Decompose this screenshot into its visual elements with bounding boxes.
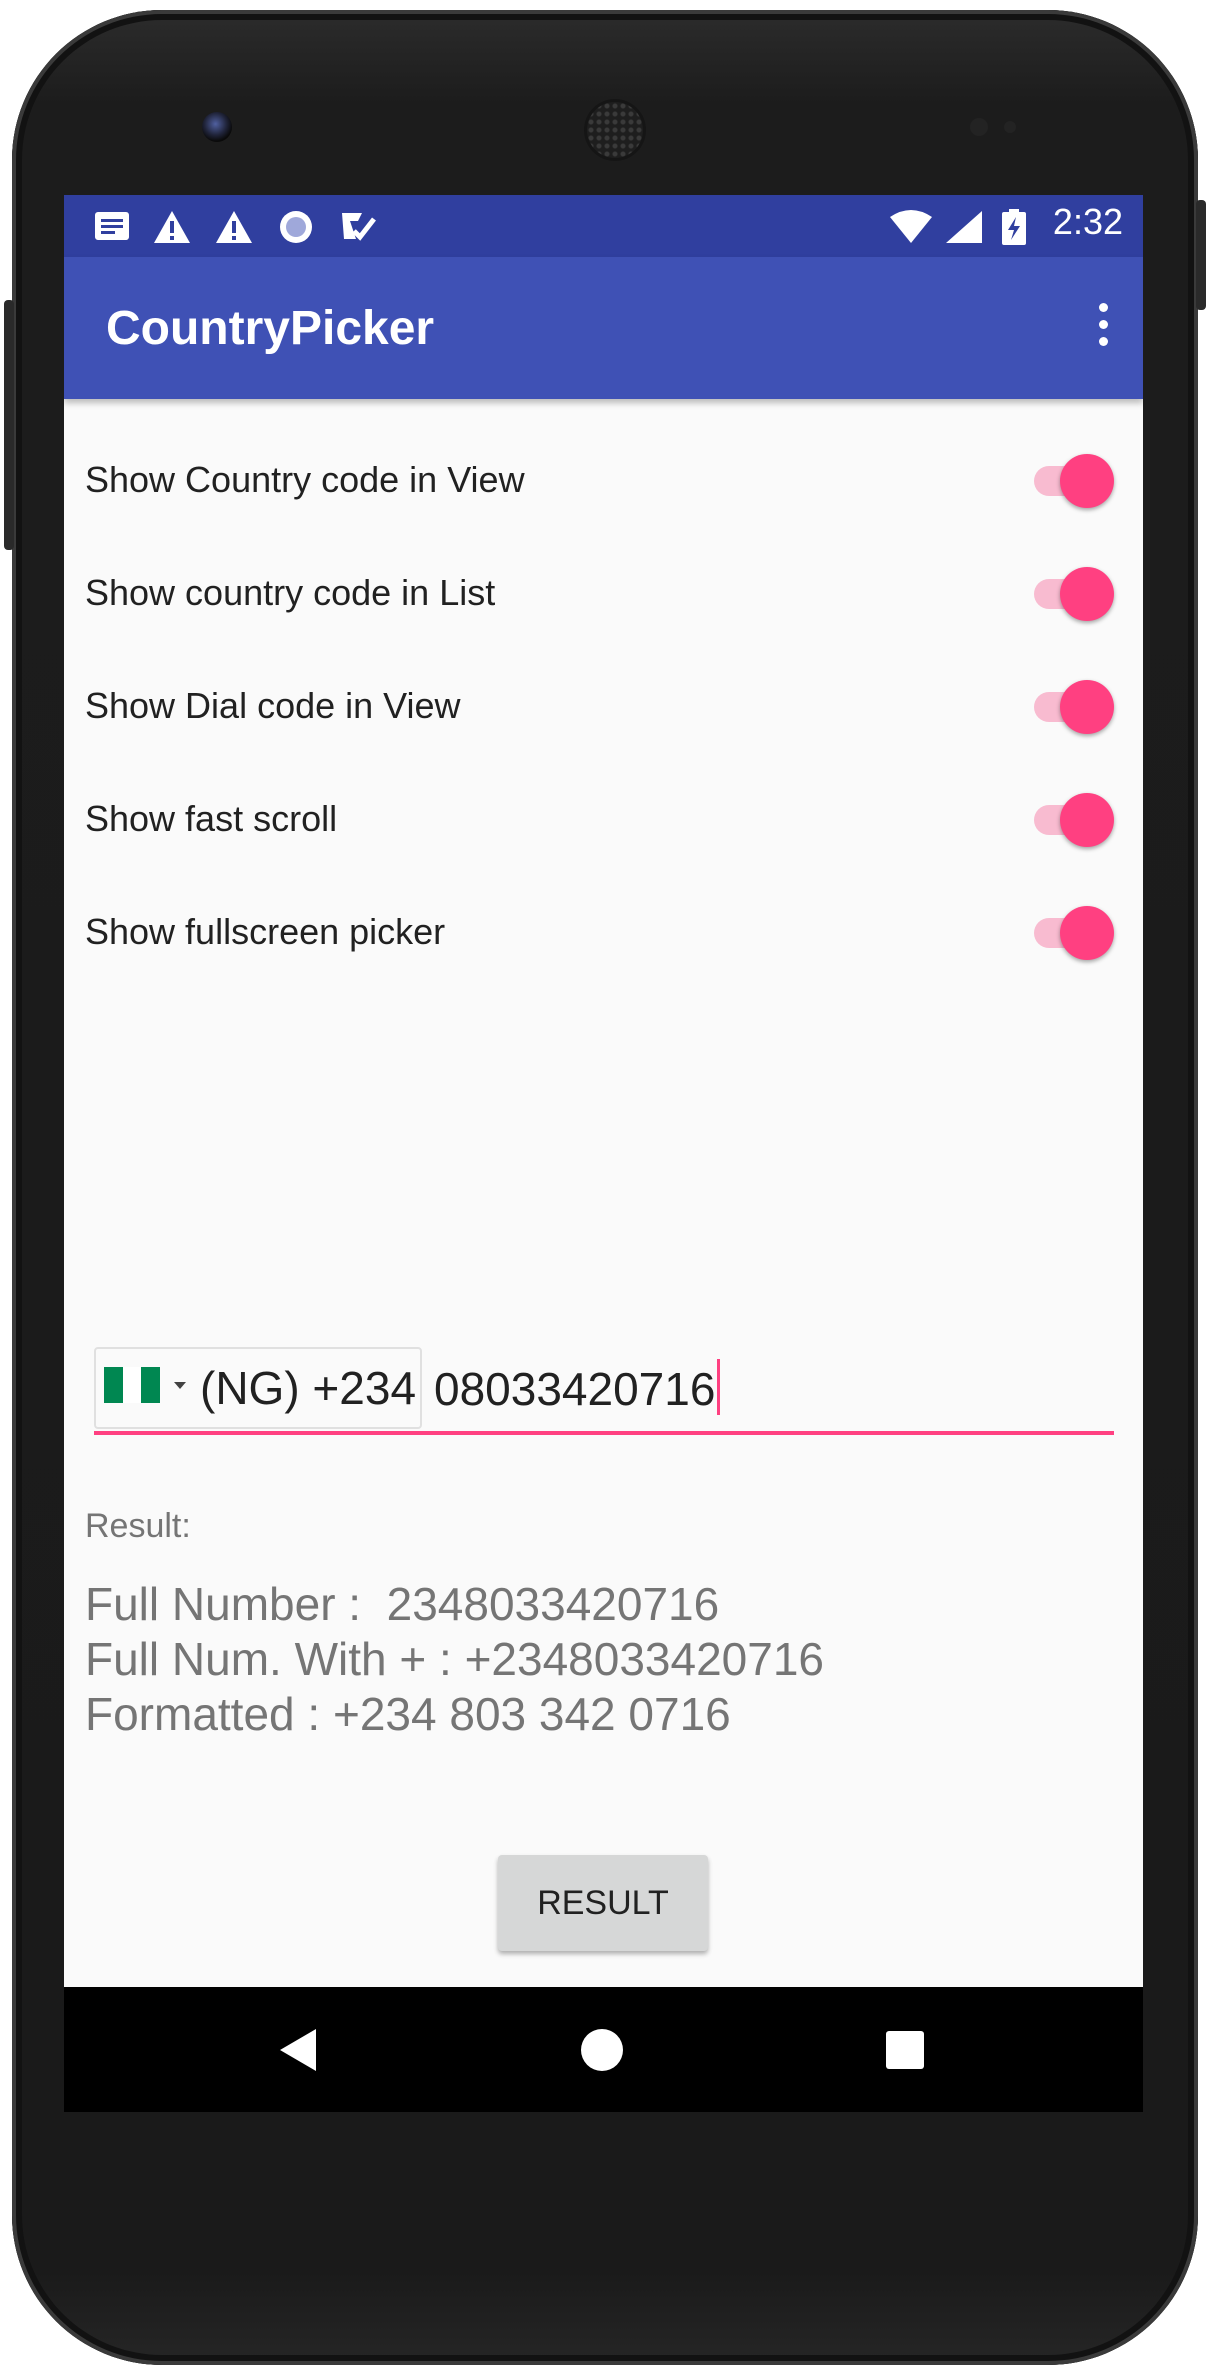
phone-number-field: (NG) +234 08033420716 [94,1347,1114,1435]
light-sensor [1004,121,1016,133]
wifi-icon [890,210,932,243]
nigeria-flag-icon [104,1367,161,1403]
cell-signal-icon [946,211,982,243]
back-icon[interactable] [280,2029,316,2071]
home-icon[interactable] [581,2029,623,2071]
status-bar: 2:32 [64,195,1143,257]
setting-label: Show Country code in View [85,459,525,500]
setting-label: Show fast scroll [85,798,338,839]
setting-row-country-code-list[interactable]: Show country code in List [64,544,1143,644]
recents-icon[interactable] [886,2031,924,2069]
setting-label: Show country code in List [85,572,496,613]
phone-number-value: 08033420716 [434,1363,716,1415]
switch-country-code-list[interactable] [1030,567,1114,621]
battery-charging-icon [1002,209,1026,245]
power-button [1196,200,1206,310]
proximity-sensor [970,118,988,136]
switch-country-code-view[interactable] [1030,454,1114,508]
front-camera [202,112,232,142]
more-vert-icon[interactable] [1091,303,1115,355]
switch-dial-code-view[interactable] [1030,680,1114,734]
text-cursor [717,1359,721,1415]
volume-button [4,300,14,550]
app-bar: CountryPicker [64,257,1143,399]
setting-label: Show fullscreen picker [85,911,446,952]
switch-fast-scroll[interactable] [1030,793,1114,847]
warning-icon [154,211,190,243]
dropdown-arrow-icon [174,1382,186,1389]
earpiece-speaker [587,102,643,158]
radio-icon [280,211,312,243]
setting-label: Show Dial code in View [85,685,461,726]
full-number-text: Full Number : 2348033420716 [85,1578,720,1630]
warning-icon [216,211,252,243]
switch-fullscreen-picker[interactable] [1030,906,1114,960]
navigation-bar [64,1987,1143,2112]
formatted-number-text: Formatted : +234 803 342 0716 [85,1688,731,1740]
setting-row-fullscreen-picker[interactable]: Show fullscreen picker [64,883,1143,983]
phone-number-input[interactable]: 08033420716 [434,1359,721,1416]
country-picker[interactable]: (NG) +234 [94,1347,422,1429]
notes-icon [95,212,129,240]
setting-row-fast-scroll[interactable]: Show fast scroll [64,770,1143,870]
status-time: 2:32 [1052,201,1123,242]
country-code-text: (NG) +234 [200,1362,417,1414]
result-output: Full Number : 2348033420716 Full Num. Wit… [85,1577,824,1742]
setting-row-dial-code-view[interactable]: Show Dial code in View [64,657,1143,757]
setting-row-country-code-view[interactable]: Show Country code in View [64,431,1143,531]
result-label: Result: [85,1507,191,1545]
task-check-icon [342,213,376,241]
result-button[interactable]: RESULT [498,1855,708,1951]
input-underline [94,1431,1114,1435]
full-number-plus-text: Full Num. With + : +2348033420716 [85,1633,825,1685]
app-screen: 2:32 CountryPicker Show Country code in … [64,195,1143,2112]
app-title: CountryPicker [106,302,435,355]
